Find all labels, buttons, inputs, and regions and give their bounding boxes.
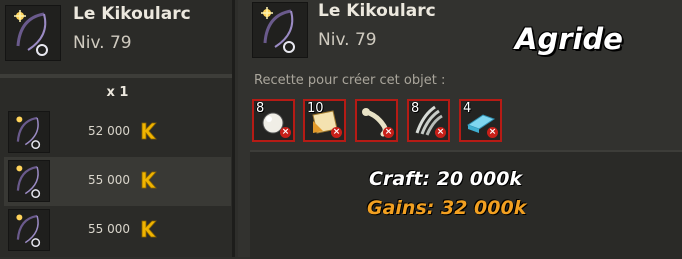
ingredient-slot[interactable]: 8 ×: [407, 99, 450, 142]
missing-icon: ×: [383, 127, 394, 138]
item-name: Le Kikoularc: [73, 4, 191, 24]
ingredient-count: 10: [307, 101, 324, 116]
bow-icon: [8, 209, 50, 251]
item-detail-panel: Le Kikoularc Niv. 79 Agride Recette pour…: [238, 0, 682, 259]
kama-icon: [139, 121, 157, 145]
item-header: Le Kikoularc Niv. 79: [0, 0, 235, 70]
missing-icon: ×: [331, 127, 342, 138]
missing-icon: ×: [280, 127, 291, 138]
listing-price: 52 000: [88, 124, 130, 138]
kama-icon: [139, 219, 157, 243]
scrollbar[interactable]: [232, 0, 235, 257]
ingredient-count: 8: [411, 101, 420, 116]
listing-row[interactable]: 55 000: [4, 157, 231, 206]
missing-icon: ×: [487, 127, 498, 138]
listing-list: 52 000 55 000 55 000: [4, 108, 231, 255]
bow-icon: [5, 5, 61, 61]
listing-price: 55 000: [88, 222, 130, 236]
listing-price: 55 000: [88, 173, 130, 187]
detail-item-name: Le Kikoularc: [318, 1, 436, 21]
item-level: Niv. 79: [73, 33, 132, 53]
overlay-title: Agride: [515, 22, 623, 56]
bow-icon: [8, 111, 50, 153]
ingredient-slot[interactable]: 4 ×: [459, 99, 502, 142]
ingredient-slot[interactable]: 10 ×: [303, 99, 346, 142]
recipe-label: Recette pour créer cet objet :: [254, 73, 446, 88]
listing-row[interactable]: 55 000: [4, 206, 231, 255]
craft-cost-text: Craft: 20 000k: [369, 168, 523, 190]
market-panel: Le Kikoularc Niv. 79 x 1 52 000 55 000 5…: [0, 0, 235, 257]
results-area: Craft: 20 000k Gains: 32 000k: [250, 150, 682, 259]
quantity-header[interactable]: x 1: [4, 81, 231, 105]
ingredient-count: 8: [256, 101, 265, 116]
bow-icon: [8, 160, 50, 202]
ingredient-slot[interactable]: 8 ×: [252, 99, 295, 142]
missing-icon: ×: [435, 127, 446, 138]
ingredient-count: 4: [463, 101, 472, 116]
bow-icon: [252, 2, 308, 58]
divider: [0, 74, 235, 78]
ingredient-slot[interactable]: ×: [355, 99, 398, 142]
kama-icon: [139, 170, 157, 194]
listing-row[interactable]: 52 000: [4, 108, 231, 157]
detail-item-level: Niv. 79: [318, 30, 377, 50]
gains-text: Gains: 32 000k: [367, 197, 527, 219]
